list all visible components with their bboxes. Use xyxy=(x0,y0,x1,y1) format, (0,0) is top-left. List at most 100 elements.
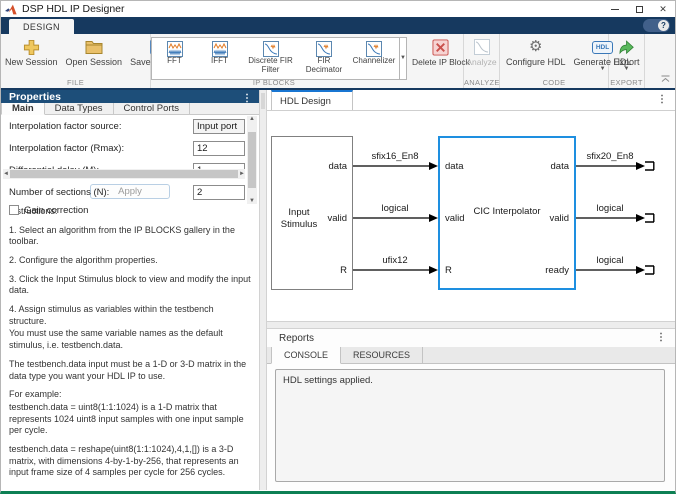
tab-main[interactable]: Main xyxy=(1,103,45,115)
interp-factor-input[interactable] xyxy=(193,141,245,156)
horizontal-scrollbar[interactable]: ◄ ► xyxy=(3,169,245,179)
scroll-right-icon: ► xyxy=(239,171,245,177)
instruction-step-4: 4. Assign stimulus as variables within t… xyxy=(9,304,251,327)
properties-menu-icon[interactable]: ⋮ xyxy=(242,93,252,104)
delete-icon xyxy=(432,37,449,57)
gallery-item-fir-decimator[interactable]: FIR Decimator xyxy=(299,38,349,79)
cic-port-valid-out: valid xyxy=(549,213,569,225)
tab-console[interactable]: CONSOLE xyxy=(271,347,341,364)
app-window: DSP HDL IP Designer ✕ DESIGN ? New Sessi… xyxy=(0,0,676,494)
fir-filter-icon xyxy=(263,41,279,57)
toolbar-section-ip-blocks: FFT IFFT Discrete FIR Filter FIR Decimat… xyxy=(151,34,464,88)
toolbar-section-file: New Session Open Session Save Session ▼ … xyxy=(1,34,151,88)
tab-design[interactable]: DESIGN xyxy=(9,19,74,34)
gallery-item-discrete-fir-filter[interactable]: Discrete FIR Filter xyxy=(242,38,299,79)
signal-label-sfix20: sfix20_En8 xyxy=(560,151,660,162)
properties-panel: Properties ⋮ Main Data Types Control Por… xyxy=(1,90,259,490)
tab-data-types[interactable]: Data Types xyxy=(45,103,114,114)
instruction-step-3: 3. Click the Input Stimulus block to vie… xyxy=(9,274,251,297)
section-label-file: FILE xyxy=(1,78,150,87)
instruction-note-1: You must use the same variable names as … xyxy=(9,328,251,351)
signal-label-ufix12: ufix12 xyxy=(345,255,445,266)
toolbar-spacer xyxy=(645,34,675,88)
hdl-design-panel: HDL Design ⋮ xyxy=(267,90,675,321)
instruction-step-2: 2. Configure the algorithm properties. xyxy=(9,255,251,267)
gallery-dropdown-button[interactable]: ▼ xyxy=(400,37,407,80)
export-arrow-icon xyxy=(618,37,635,57)
hdl-design-menu-icon[interactable]: ⋮ xyxy=(657,94,667,105)
field-label-num-sections: Number of sections (N): xyxy=(9,185,109,200)
vertical-scrollbar[interactable]: ▲ ▼ xyxy=(247,116,257,204)
channelizer-icon xyxy=(366,41,382,57)
minimize-button[interactable] xyxy=(603,1,627,17)
toolbar-section-analyze: Analyze ANALYZE xyxy=(464,34,500,88)
new-session-plus-icon xyxy=(23,37,40,57)
reports-title: Reports xyxy=(279,333,314,344)
cic-port-data-in: data xyxy=(445,161,464,173)
gallery-item-ifft[interactable]: IFFT xyxy=(197,38,242,79)
port-r-out: R xyxy=(340,265,347,277)
reports-panel: Reports ⋮ CONSOLE RESOURCES HDL settings… xyxy=(267,329,675,490)
input-stimulus-block[interactable]: Input Stimulus data valid R xyxy=(271,136,353,290)
help-button[interactable]: ? xyxy=(643,19,670,32)
gain-correction-checkbox[interactable] xyxy=(9,205,19,215)
configure-hdl-button[interactable]: ⚙ Configure HDL xyxy=(502,36,570,68)
splitter-collapse-handle[interactable] xyxy=(261,93,265,109)
reports-tabs: CONSOLE RESOURCES xyxy=(267,347,675,364)
instruction-example-1: testbench.data = uint8(1:1:1024) is a 1-… xyxy=(9,402,251,437)
port-valid-out: valid xyxy=(327,213,347,225)
scroll-down-icon: ▼ xyxy=(249,198,255,204)
diagram-canvas[interactable]: Input Stimulus data valid R CIC Interpol… xyxy=(267,111,675,321)
properties-tabs: Main Data Types Control Ports xyxy=(1,103,259,115)
horizontal-scroll-thumb[interactable] xyxy=(10,170,238,178)
window-title: DSP HDL IP Designer xyxy=(22,3,125,15)
section-label-ip-blocks: IP BLOCKS xyxy=(151,78,397,87)
tab-hdl-design[interactable]: HDL Design xyxy=(271,90,353,110)
instruction-example-heading: For example: xyxy=(9,389,251,401)
section-label-export: EXPORT xyxy=(609,78,644,87)
reports-header: Reports ⋮ xyxy=(267,329,675,345)
tab-resources[interactable]: RESOURCES xyxy=(341,347,423,363)
new-session-button[interactable]: New Session xyxy=(1,36,62,68)
field-label-interp-factor: Interpolation factor (Rmax): xyxy=(9,141,124,156)
close-button[interactable]: ✕ xyxy=(651,1,675,17)
properties-header: Properties ⋮ xyxy=(1,90,259,103)
num-sections-input[interactable] xyxy=(193,185,245,200)
cic-port-r-in: R xyxy=(445,265,452,277)
signal-label-logical-in: logical xyxy=(345,203,445,214)
matlab-logo-icon xyxy=(5,4,17,15)
cic-port-data-out: data xyxy=(551,161,570,173)
instruction-step-1: 1. Select an algorithm from the IP BLOCK… xyxy=(9,225,251,248)
analyze-button[interactable]: Analyze xyxy=(462,36,500,68)
toolbar-section-export: Export ▼ EXPORT xyxy=(609,34,645,88)
interp-source-dropdown[interactable] xyxy=(193,119,245,134)
export-caret-icon: ▼ xyxy=(624,67,630,72)
vertical-scroll-thumb[interactable] xyxy=(248,132,256,188)
gallery-item-fft[interactable]: FFT xyxy=(152,38,197,79)
maximize-button[interactable] xyxy=(627,1,651,17)
help-icon: ? xyxy=(658,20,669,31)
cic-interpolator-block[interactable]: CIC Interpolator data valid R data valid… xyxy=(438,136,576,290)
open-folder-icon xyxy=(85,37,103,57)
collapse-ribbon-icon[interactable] xyxy=(661,75,670,85)
ip-blocks-gallery: FFT IFFT Discrete FIR Filter FIR Decimat… xyxy=(151,37,400,80)
vertical-splitter[interactable] xyxy=(259,90,267,490)
signal-label-logical-out1: logical xyxy=(560,203,660,214)
gain-correction-label: Gain correction xyxy=(24,205,88,216)
tab-control-ports[interactable]: Control Ports xyxy=(114,103,190,114)
fir-decimator-icon xyxy=(316,41,332,57)
export-button[interactable]: Export ▼ xyxy=(609,36,643,73)
open-session-button[interactable]: Open Session xyxy=(62,36,127,68)
close-icon: ✕ xyxy=(659,4,667,15)
cic-interpolator-label: CIC Interpolator xyxy=(464,206,550,218)
console-output: HDL settings applied. xyxy=(275,369,665,482)
gallery-item-channelizer[interactable]: Channelizer xyxy=(349,38,399,79)
gallery-dropdown-caret-icon: ▼ xyxy=(400,56,406,61)
toolbar-section-code: ⚙ Configure HDL HDL Generate HDL ▼ CODE xyxy=(500,34,609,88)
scroll-up-icon: ▲ xyxy=(249,116,255,122)
minimize-icon xyxy=(611,9,619,10)
fft-icon xyxy=(167,41,183,57)
reports-menu-icon[interactable]: ⋮ xyxy=(656,332,666,343)
ifft-icon xyxy=(212,41,228,57)
scroll-left-icon: ◄ xyxy=(3,171,9,177)
